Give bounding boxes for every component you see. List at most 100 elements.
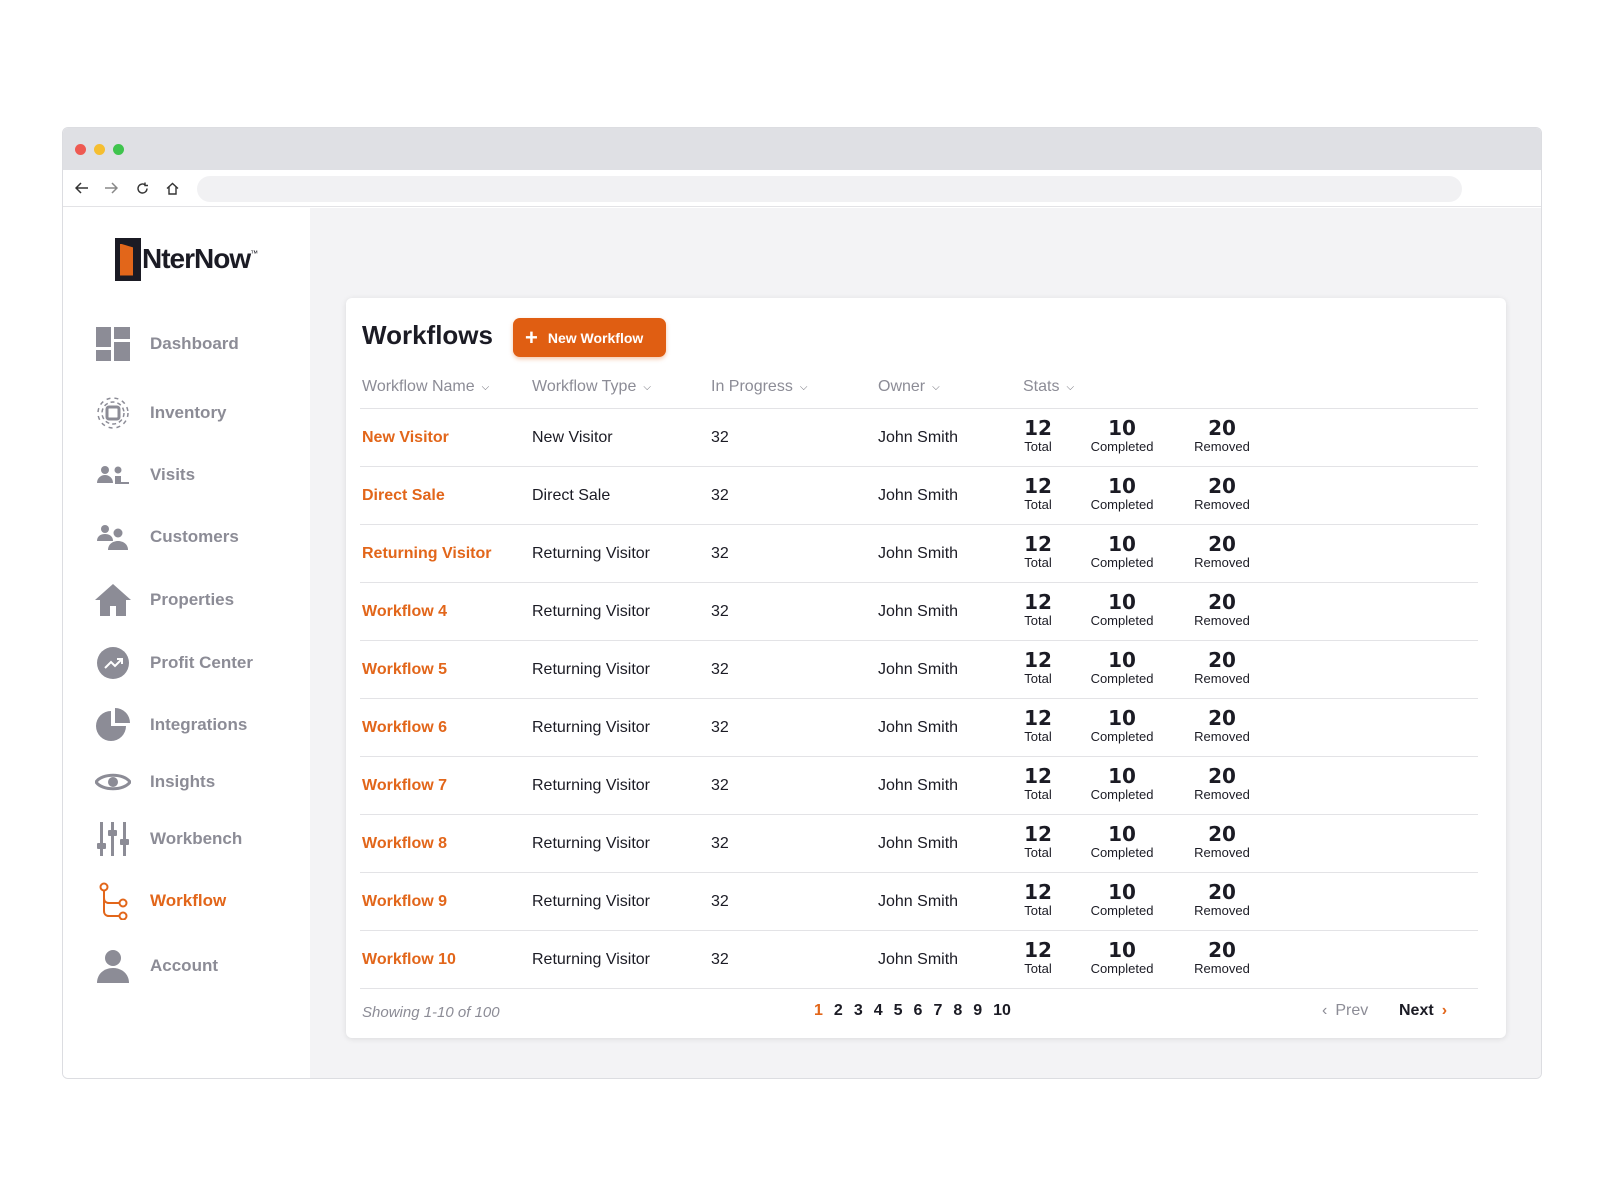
table-row[interactable]: Workflow 4 Returning Visitor 32 John Smith 1… [360, 582, 1478, 640]
workflow-name-link[interactable]: Workflow 9 [362, 893, 447, 911]
page-1-button[interactable]: 1 [814, 1002, 823, 1020]
column-header-owner[interactable]: Owner ⌵ [878, 378, 940, 396]
home-nav-icon[interactable] [161, 177, 183, 199]
page-6-button[interactable]: 6 [914, 1002, 923, 1020]
workflow-name-link[interactable]: Direct Sale [362, 487, 445, 505]
stat-value: 12 [1024, 532, 1052, 556]
in-progress-count: 32 [711, 429, 729, 446]
column-header-in-progress[interactable]: In Progress ⌵ [711, 378, 807, 396]
table-row[interactable]: Workflow 8 Returning Visitor 32 John Smith 1… [360, 814, 1478, 872]
pagination-pages: 1 2 3 4 5 6 7 8 9 10 [814, 1002, 1022, 1020]
sidebar-item-integrations[interactable]: Integrations [93, 705, 247, 745]
workflow-name-link[interactable]: Workflow 10 [362, 951, 456, 969]
address-bar[interactable] [197, 176, 1462, 202]
maximize-window-button[interactable] [113, 144, 124, 155]
chevron-down-icon: ⌵ [932, 381, 940, 393]
sidebar-item-customers[interactable]: Customers [93, 517, 239, 557]
stat-completed: 10 Completed [1087, 475, 1157, 513]
in-progress-count: 32 [711, 487, 729, 504]
workflow-name-link[interactable]: Workflow 5 [362, 661, 447, 679]
page-5-button[interactable]: 5 [894, 1002, 903, 1020]
stat-total: 12 Total [1022, 533, 1054, 571]
column-header-stats[interactable]: Stats ⌵ [1023, 378, 1074, 396]
in-progress-count: 32 [711, 777, 729, 794]
stat-total: 12 Total [1022, 475, 1054, 513]
sidebar-item-visits[interactable]: Visits [93, 455, 195, 495]
workflow-name-link[interactable]: Returning Visitor [362, 545, 492, 563]
page-8-button[interactable]: 8 [953, 1002, 962, 1020]
stat-value: 10 [1108, 764, 1136, 788]
table-row[interactable]: Workflow 10 Returning Visitor 32 John Smith… [360, 930, 1478, 988]
sidebar-item-workbench[interactable]: Workbench [93, 819, 242, 859]
page-10-button[interactable]: 10 [993, 1002, 1011, 1020]
sliders-icon [93, 819, 133, 859]
table-row[interactable]: New Visitor New Visitor 32 John Smith 12 Tota… [360, 408, 1478, 466]
prev-page-button[interactable]: ‹ Prev [1322, 1002, 1368, 1020]
sidebar-item-inventory[interactable]: Inventory [93, 393, 227, 433]
workflow-name-link[interactable]: Workflow 4 [362, 603, 447, 621]
stat-value: 12 [1024, 590, 1052, 614]
page-3-button[interactable]: 3 [854, 1002, 863, 1020]
owner-name: John Smith [878, 487, 959, 504]
owner-name: John Smith [878, 545, 959, 562]
user-icon [93, 946, 133, 986]
chevron-right-icon: › [1441, 1002, 1448, 1019]
stat-removed: 20 Removed [1192, 765, 1252, 803]
workflow-name-link[interactable]: New Visitor [362, 429, 449, 447]
table-row[interactable]: Workflow 7 Returning Visitor 32 John Smith 1… [360, 756, 1478, 814]
new-workflow-button[interactable]: + New Workflow [513, 318, 666, 357]
table-row[interactable]: Returning Visitor Returning Visitor 32 John… [360, 524, 1478, 582]
column-label: Stats [1023, 378, 1060, 395]
trending-up-icon [93, 643, 133, 683]
column-header-workflow-type[interactable]: Workflow Type ⌵ [532, 378, 651, 396]
stat-value: 20 [1208, 880, 1236, 904]
plus-icon: + [525, 324, 538, 350]
table-row[interactable]: Workflow 6 Returning Visitor 32 John Smith 1… [360, 698, 1478, 756]
browser-toolbar [63, 170, 1541, 207]
close-window-button[interactable] [75, 144, 86, 155]
stat-label: Removed [1194, 671, 1250, 686]
stat-removed: 20 Removed [1192, 417, 1252, 455]
sidebar-item-dashboard[interactable]: Dashboard [93, 324, 239, 364]
sidebar-item-properties[interactable]: Properties [93, 580, 234, 620]
back-arrow-icon[interactable] [71, 177, 93, 199]
owner-name: John Smith [878, 893, 959, 910]
stat-value: 12 [1024, 938, 1052, 962]
stat-label: Total [1024, 903, 1052, 918]
next-page-button[interactable]: Next › [1399, 1002, 1447, 1020]
page-4-button[interactable]: 4 [874, 1002, 883, 1020]
forward-arrow-icon[interactable] [100, 177, 122, 199]
workflow-type: Returning Visitor [532, 835, 650, 852]
stat-removed: 20 Removed [1192, 475, 1252, 513]
page-9-button[interactable]: 9 [973, 1002, 982, 1020]
table-row[interactable]: Workflow 9 Returning Visitor 32 John Smith 1… [360, 872, 1478, 930]
owner-name: John Smith [878, 777, 959, 794]
sidebar: NterNow ™ Dashboard Inventory Visits Cus… [63, 208, 310, 1078]
stat-value: 20 [1208, 590, 1236, 614]
page-7-button[interactable]: 7 [933, 1002, 942, 1020]
in-progress-count: 32 [711, 545, 729, 562]
workflow-type: Returning Visitor [532, 951, 650, 968]
workflow-name-link[interactable]: Workflow 8 [362, 835, 447, 853]
column-header-workflow-name[interactable]: Workflow Name ⌵ [362, 378, 489, 396]
sidebar-item-workflow[interactable]: Workflow [93, 881, 226, 921]
in-progress-count: 32 [711, 893, 729, 910]
stat-label: Total [1024, 729, 1052, 744]
prev-label: Prev [1335, 1002, 1369, 1019]
table-row[interactable]: Workflow 5 Returning Visitor 32 John Smith 1… [360, 640, 1478, 698]
reload-icon[interactable] [131, 177, 153, 199]
stat-label: Completed [1090, 613, 1154, 628]
minimize-window-button[interactable] [94, 144, 105, 155]
page-2-button[interactable]: 2 [834, 1002, 843, 1020]
sidebar-item-account[interactable]: Account [93, 946, 218, 986]
owner-name: John Smith [878, 429, 959, 446]
sidebar-item-insights[interactable]: Insights [93, 762, 215, 802]
sidebar-item-profit-center[interactable]: Profit Center [93, 643, 253, 683]
sidebar-item-label: Insights [150, 772, 216, 791]
workflow-name-link[interactable]: Workflow 6 [362, 719, 447, 737]
table-row[interactable]: Direct Sale Direct Sale 32 John Smith 12 Tota… [360, 466, 1478, 524]
workflow-name-link[interactable]: Workflow 7 [362, 777, 447, 795]
divider [360, 988, 1478, 989]
stat-completed: 10 Completed [1087, 707, 1157, 745]
stat-label: Completed [1090, 497, 1154, 512]
